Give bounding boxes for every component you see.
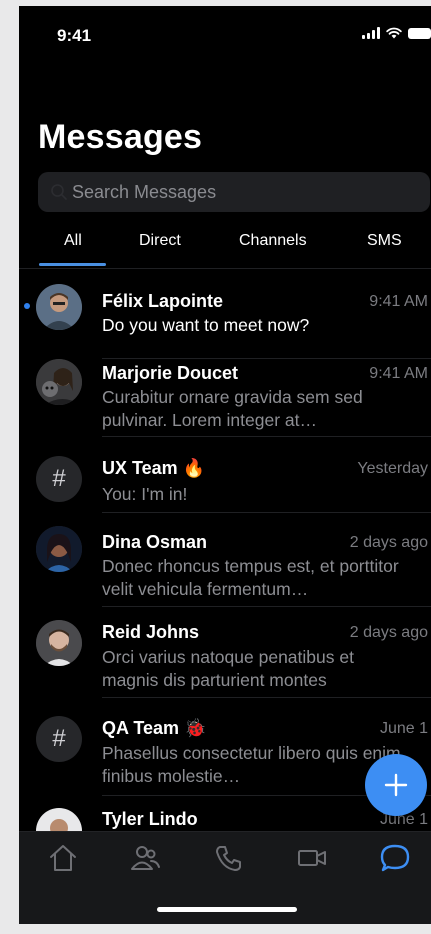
- row-divider: [102, 512, 431, 513]
- conversation-time: June 1: [379, 720, 428, 737]
- search-bar[interactable]: [38, 172, 430, 212]
- home-indicator: [157, 907, 297, 912]
- tab-direct[interactable]: Direct: [139, 232, 181, 250]
- plus-icon: [384, 773, 408, 797]
- bottom-tab-bar: [19, 831, 431, 924]
- tab-all[interactable]: All: [64, 232, 82, 250]
- status-bar: 9:41: [19, 6, 431, 66]
- conversation-row[interactable]: # UX Team 🔥 Yesterday You: I'm in!: [19, 454, 431, 514]
- conversation-time: 9:41 AM: [369, 365, 428, 382]
- unread-dot: [24, 303, 30, 309]
- conversation-name: Reid Johns: [102, 622, 200, 642]
- phone-icon[interactable]: [213, 842, 245, 874]
- tab-channels[interactable]: Channels: [239, 232, 307, 250]
- chat-bubble-icon[interactable]: [379, 842, 411, 874]
- conversation-time: 9:41 AM: [369, 293, 428, 310]
- phone-screen: 9:41 Messages All Direct Channels SMS: [19, 6, 431, 924]
- row-divider: [102, 436, 431, 437]
- status-time: 9:41: [57, 26, 92, 45]
- avatar: [36, 284, 82, 330]
- conversation-name: Tyler Lindo: [102, 809, 198, 829]
- conversation-preview: You: I'm in!: [102, 484, 188, 504]
- wifi-icon: [386, 27, 402, 39]
- avatar: [36, 359, 82, 405]
- signal-icon: [362, 27, 380, 39]
- conversation-time: 2 days ago: [349, 534, 428, 551]
- contacts-icon[interactable]: [129, 842, 161, 874]
- conversation-row[interactable]: Reid Johns 2 days ago Orci varius natoqu…: [19, 620, 431, 700]
- home-icon[interactable]: [47, 842, 79, 874]
- channel-hash-icon: #: [36, 456, 82, 502]
- avatar: [36, 620, 82, 666]
- conversation-preview: Orci varius natoque penatibus et magnis …: [102, 647, 354, 690]
- tab-selected-indicator: [39, 263, 106, 266]
- conversation-preview: Curabitur ornare gravida sem sed pulvina…: [102, 387, 363, 430]
- conversation-preview: Donec rhoncus tempus est, et porttitor v…: [102, 556, 399, 599]
- row-divider: [102, 697, 431, 698]
- page-title: Messages: [38, 118, 203, 156]
- status-icons: [362, 27, 431, 39]
- conversation-name: QA Team 🐞: [102, 718, 207, 738]
- conversation-name: Félix Lapointe: [102, 291, 224, 311]
- conversation-name: Marjorie Doucet: [102, 363, 239, 383]
- conversation-name: UX Team 🔥: [102, 458, 206, 478]
- search-input[interactable]: [72, 181, 392, 203]
- channel-hash-icon: #: [36, 716, 82, 762]
- conversation-time: Yesterday: [357, 460, 428, 477]
- conversation-row[interactable]: Marjorie Doucet 9:41 AM Curabitur ornare…: [19, 359, 431, 439]
- new-message-button[interactable]: [365, 754, 427, 816]
- row-divider: [102, 606, 431, 607]
- avatar: [36, 526, 82, 572]
- battery-icon: [408, 27, 431, 39]
- conversation-row[interactable]: Félix Lapointe 9:41 AM Do you want to me…: [19, 284, 431, 359]
- tab-bar: All Direct Channels SMS: [19, 228, 431, 269]
- video-icon[interactable]: [296, 842, 328, 874]
- conversation-time: 2 days ago: [349, 624, 428, 641]
- tab-sms[interactable]: SMS: [367, 232, 402, 250]
- conversation-name: Dina Osman: [102, 532, 208, 552]
- conversation-preview: Do you want to meet now?: [102, 315, 310, 335]
- conversation-row[interactable]: Dina Osman 2 days ago Donec rhoncus temp…: [19, 526, 431, 607]
- search-icon: [51, 184, 67, 200]
